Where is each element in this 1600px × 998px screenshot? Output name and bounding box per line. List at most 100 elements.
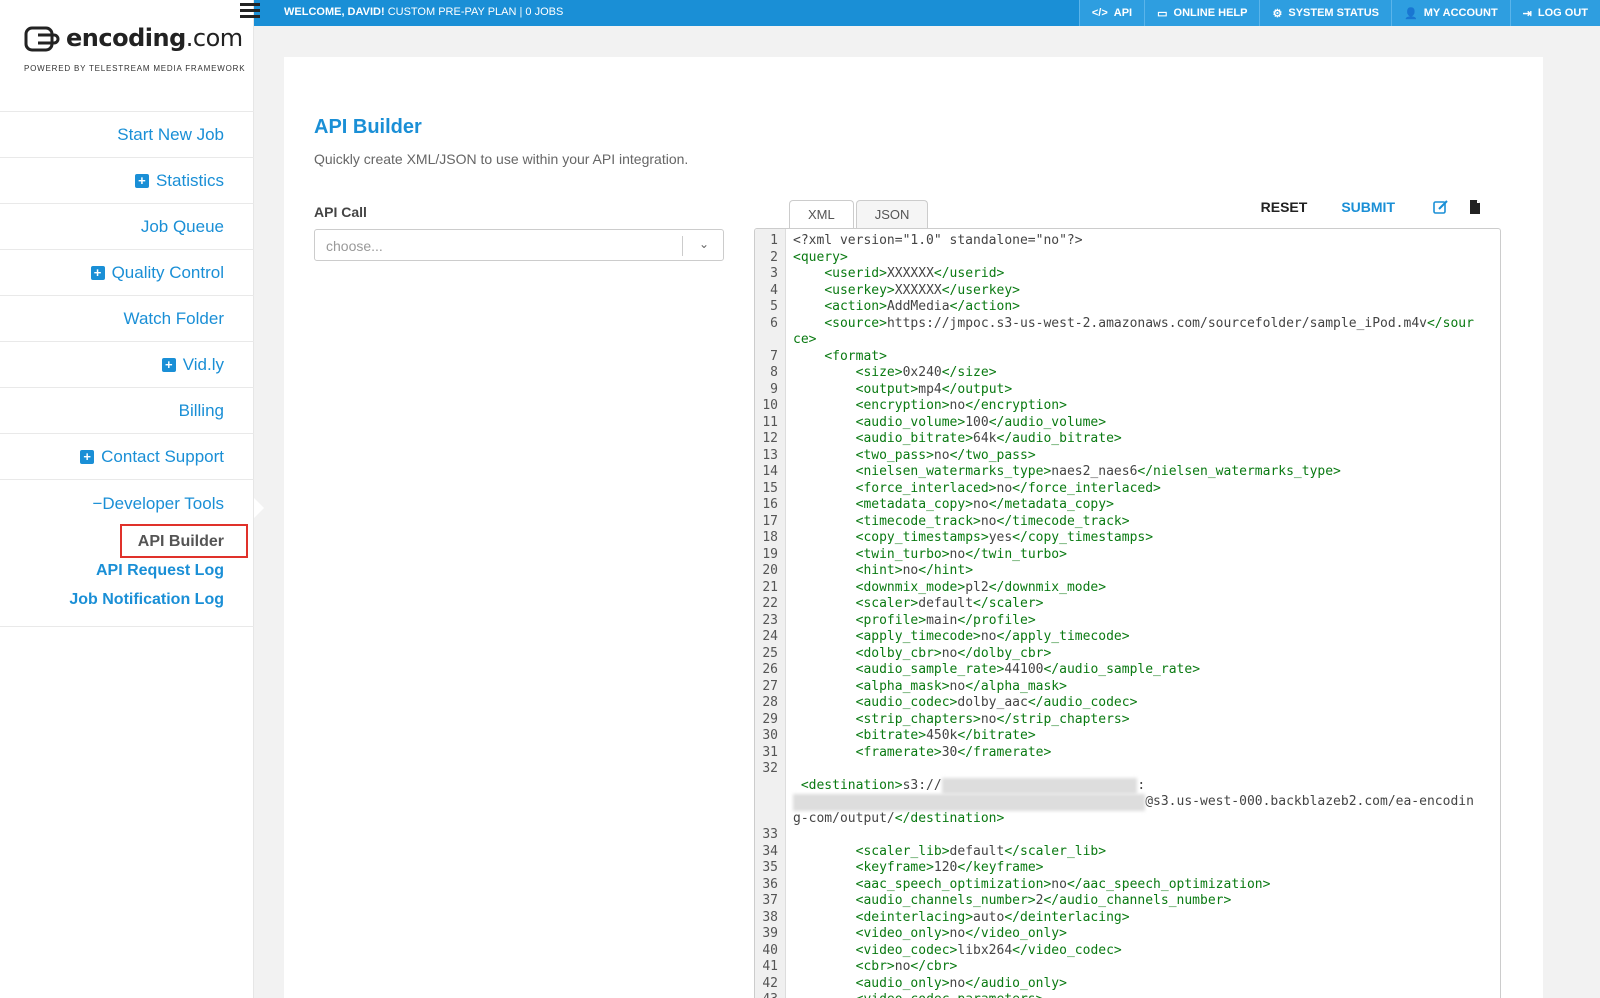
- line-number: 15: [762, 480, 778, 496]
- code-line: 39 <video_only>no</video_only>: [755, 926, 1500, 943]
- line-number: 23: [762, 612, 778, 628]
- sidebar-item-label: Contact Support: [101, 446, 224, 466]
- sidebar-item-label: Start New Job: [117, 124, 224, 144]
- xml-tag: </userid>: [933, 266, 1005, 281]
- xml-tag: </two_pass>: [949, 447, 1036, 463]
- tab-xml[interactable]: XML: [789, 200, 854, 230]
- gears-icon: ⚙: [1272, 7, 1283, 20]
- editor-actions: RESET SUBMIT: [1261, 199, 1483, 215]
- xml-tag: </output>: [941, 381, 1013, 397]
- line-content: <audio_channels_number>2</audio_channels…: [855, 893, 1232, 908]
- code-line: 20 <hint>no</hint>: [755, 563, 1500, 580]
- reset-button[interactable]: RESET: [1261, 199, 1308, 215]
- plus-square-icon: +: [80, 449, 95, 464]
- code-icon: </>: [1091, 7, 1108, 19]
- line-number: 10: [762, 398, 778, 413]
- line-number: 16: [762, 497, 778, 512]
- document-icon[interactable]: [1467, 199, 1483, 215]
- xml-tag: <deinterlacing>: [855, 909, 974, 925]
- code-line: 14 <nielsen_watermarks_type>naes2_naes6<…: [755, 464, 1500, 481]
- xml-tag: </scaler_lib>: [1004, 843, 1107, 859]
- xml-tag: <two_pass>: [855, 447, 934, 463]
- xml-tag: <query>: [793, 249, 848, 265]
- sidebar-item-statistics[interactable]: + Statistics: [0, 157, 254, 203]
- line-number: 26: [762, 662, 778, 677]
- line-content: [786, 827, 1500, 844]
- subnav-job-notification-log[interactable]: Job Notification Log: [0, 585, 254, 614]
- xml-tag: <audio_only>: [855, 975, 950, 991]
- top-link-online-help[interactable]: ▭ ONLINE HELP: [1144, 0, 1260, 26]
- sidebar-item-vidly[interactable]: + Vid.ly: [0, 341, 254, 387]
- sidebar-item-start-new-job[interactable]: Start New Job: [0, 111, 254, 157]
- sidebar-item-contact-support[interactable]: + Contact Support: [0, 433, 254, 479]
- code-editor[interactable]: 1 <?xml version="1.0" standalone="no"?> 2 <…: [754, 228, 1501, 998]
- line-number: 34: [762, 843, 778, 859]
- xml-tag: </audio_channels_number>: [1043, 893, 1232, 908]
- code-line: 38 <deinterlacing>auto</deinterlacing>: [755, 910, 1500, 927]
- line-content: <copy_timestamps>yes</copy_timestamps>: [855, 530, 1154, 545]
- sidebar-item-developer-tools[interactable]: − Developer Tools: [0, 479, 254, 527]
- api-call-select[interactable]: choose... ⌄: [314, 229, 724, 261]
- xml-tag: </video_only>: [965, 926, 1067, 941]
- xml-tag: </twin_turbo>: [965, 546, 1067, 562]
- line-content: <audio_only>no</audio_only>: [855, 975, 1067, 991]
- line-content: <video_only>no</video_only>: [855, 926, 1067, 941]
- xml-tag: </audio_bitrate>: [996, 431, 1122, 446]
- code-line: 6 <source>https://jmpoc.s3-us-west-2.ama…: [755, 316, 1500, 349]
- hamburger-menu-icon[interactable]: [240, 3, 260, 23]
- xml-tag: <source>: [824, 315, 887, 331]
- sidebar-item-billing[interactable]: Billing: [0, 387, 254, 433]
- xml-tag: <copy_timestamps>: [855, 530, 989, 545]
- line-number: [755, 778, 786, 828]
- code-line: 24 <apply_timecode>no</apply_timecode>: [755, 629, 1500, 646]
- xml-tag: </encryption>: [965, 398, 1067, 413]
- developer-tools-submenu: API Builder API Request Log Job Notifica…: [0, 524, 254, 627]
- top-link-system-status[interactable]: ⚙ SYSTEM STATUS: [1259, 0, 1392, 26]
- line-number: 28: [762, 695, 778, 710]
- line-content: <action>AddMedia</action>: [824, 299, 1021, 314]
- line-number: 41: [762, 959, 778, 974]
- sidebar-item-label: Job Queue: [140, 216, 224, 236]
- line-content: <profile>main</profile>: [855, 612, 1036, 628]
- sidebar-item-quality-control[interactable]: + Quality Control: [0, 249, 254, 295]
- xml-tag: <nielsen_watermarks_type>: [855, 464, 1052, 479]
- line-number: 29: [762, 711, 778, 727]
- code-line: 29 <strip_chapters>no</strip_chapters>: [755, 712, 1500, 729]
- tab-json[interactable]: JSON: [855, 200, 929, 228]
- line-content: <video_codec>libx264</video_codec>: [855, 942, 1122, 958]
- api-call-label: API Call: [314, 204, 367, 220]
- sidebar-item-label: Watch Folder: [123, 308, 224, 328]
- welcome-text: WELCOME, DAVID! CUSTOM PRE-PAY PLAN | 0 …: [284, 6, 564, 18]
- xml-tag: <size>: [855, 365, 903, 380]
- edit-icon[interactable]: [1433, 199, 1449, 215]
- sidebar-item-watch-folder[interactable]: Watch Folder: [0, 295, 254, 341]
- xml-tag: </force_interlaced>: [1012, 480, 1161, 496]
- xml-tag: <action>: [824, 299, 887, 314]
- top-bar: WELCOME, DAVID! CUSTOM PRE-PAY PLAN | 0 …: [240, 0, 1600, 26]
- subnav-api-request-log[interactable]: API Request Log: [0, 556, 254, 585]
- highlight-box: [120, 524, 248, 558]
- sidebar-item-job-queue[interactable]: Job Queue: [0, 203, 254, 249]
- format-tabs: XML JSON: [789, 200, 930, 230]
- xml-tag: <encryption>: [855, 398, 950, 413]
- line-number: 7: [770, 348, 778, 364]
- redacted-secret: xxxxxxxxxxxxxxxxxxxxxxxxxxxxxxxxxxxxxxxx…: [793, 794, 1146, 811]
- code-line: 36 <aac_speech_optimization>no</aac_spee…: [755, 877, 1500, 894]
- line-number: 1: [770, 233, 778, 248]
- monitor-icon: ▭: [1157, 7, 1168, 20]
- top-link-api[interactable]: </> API: [1078, 0, 1145, 26]
- line-content: <metadata_copy>no</metadata_copy>: [855, 497, 1114, 512]
- line-content: <alpha_mask>no</alpha_mask>: [855, 678, 1067, 694]
- xml-tag: <hint>: [855, 563, 903, 578]
- user-icon: 👤: [1404, 7, 1418, 20]
- xml-tag: <dolby_cbr>: [855, 645, 942, 661]
- line-number: 3: [770, 266, 778, 281]
- top-link-log-out[interactable]: ⇥ LOG OUT: [1509, 0, 1600, 26]
- top-link-my-account[interactable]: 👤 MY ACCOUNT: [1391, 0, 1510, 26]
- submit-button[interactable]: SUBMIT: [1341, 199, 1395, 215]
- code-line: 37 <audio_channels_number>2</audio_chann…: [755, 893, 1500, 910]
- encoding-logo[interactable]: encoding.com POWERED BY TELESTREAM MEDIA…: [24, 24, 245, 74]
- line-number: 24: [762, 629, 778, 644]
- code-line: 35 <keyframe>120</keyframe>: [755, 860, 1500, 877]
- top-link-label: API: [1113, 7, 1133, 19]
